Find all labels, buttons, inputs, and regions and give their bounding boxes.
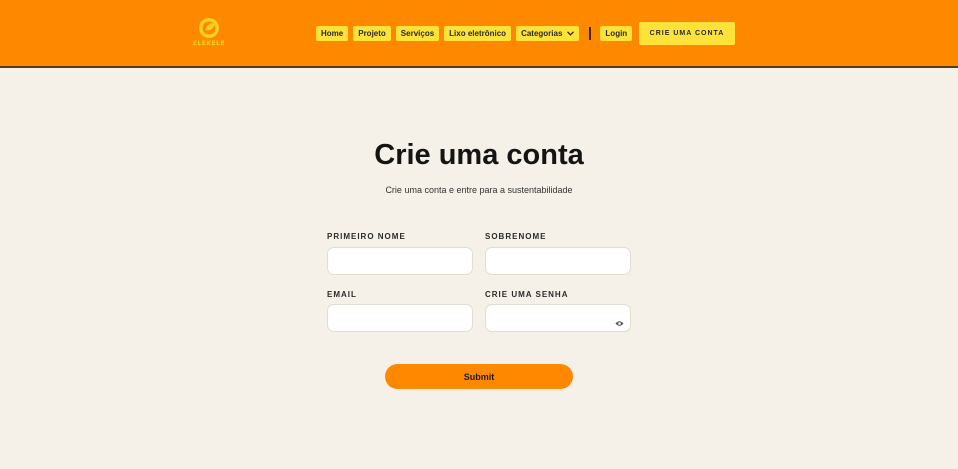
password-field[interactable] [485,304,631,332]
login-button[interactable]: Login [600,26,633,41]
login-label: Login [605,29,628,38]
nav-projeto-label: Projeto [358,29,386,38]
nav-projeto[interactable]: Projeto [353,26,391,41]
submit-button[interactable]: Submit [385,364,573,389]
nav-lixo-eletronico[interactable]: Lixo eletrônico [444,26,512,41]
chevron-down-icon [567,29,575,38]
submit-label: Submit [463,371,495,382]
last-name-input[interactable] [485,247,631,275]
nav-home[interactable]: Home [316,26,349,41]
nav-categorias-label: Categorias [521,29,563,38]
email-label: EMAIL [327,290,357,299]
logo[interactable]: ELEKELE [190,17,228,49]
password-label: CRIE UMA SENHA [485,290,569,299]
main-nav: Home Projeto Serviços Lixo eletrônico Ca… [316,26,637,41]
nav-servicos-label: Serviços [400,29,435,38]
create-account-button[interactable]: CRIE UMA CONTA [639,22,735,45]
nav-divider [589,27,592,40]
nav-servicos[interactable]: Serviços [395,26,440,41]
page-title: Crie uma conta [374,139,584,171]
header: ELEKELE Home Projeto Serviços Lixo eletr… [0,0,958,68]
create-account-label: CRIE UMA CONTA [649,30,725,37]
last-name-label: SOBRENOME [485,232,547,241]
logo-text: ELEKELE [192,40,226,47]
nav-lixo-eletronico-label: Lixo eletrônico [449,29,507,38]
eye-icon[interactable] [615,314,624,332]
nav-categorias-dropdown[interactable]: Categorias [516,26,580,41]
email-input[interactable] [327,304,473,332]
leaf-globe-logo-icon [199,18,219,38]
first-name-input[interactable] [327,247,473,275]
page-subtitle: Crie uma conta e entre para a sustentabi… [385,185,573,195]
first-name-label: PRIMEIRO NOME [327,232,406,241]
nav-home-label: Home [321,29,344,38]
